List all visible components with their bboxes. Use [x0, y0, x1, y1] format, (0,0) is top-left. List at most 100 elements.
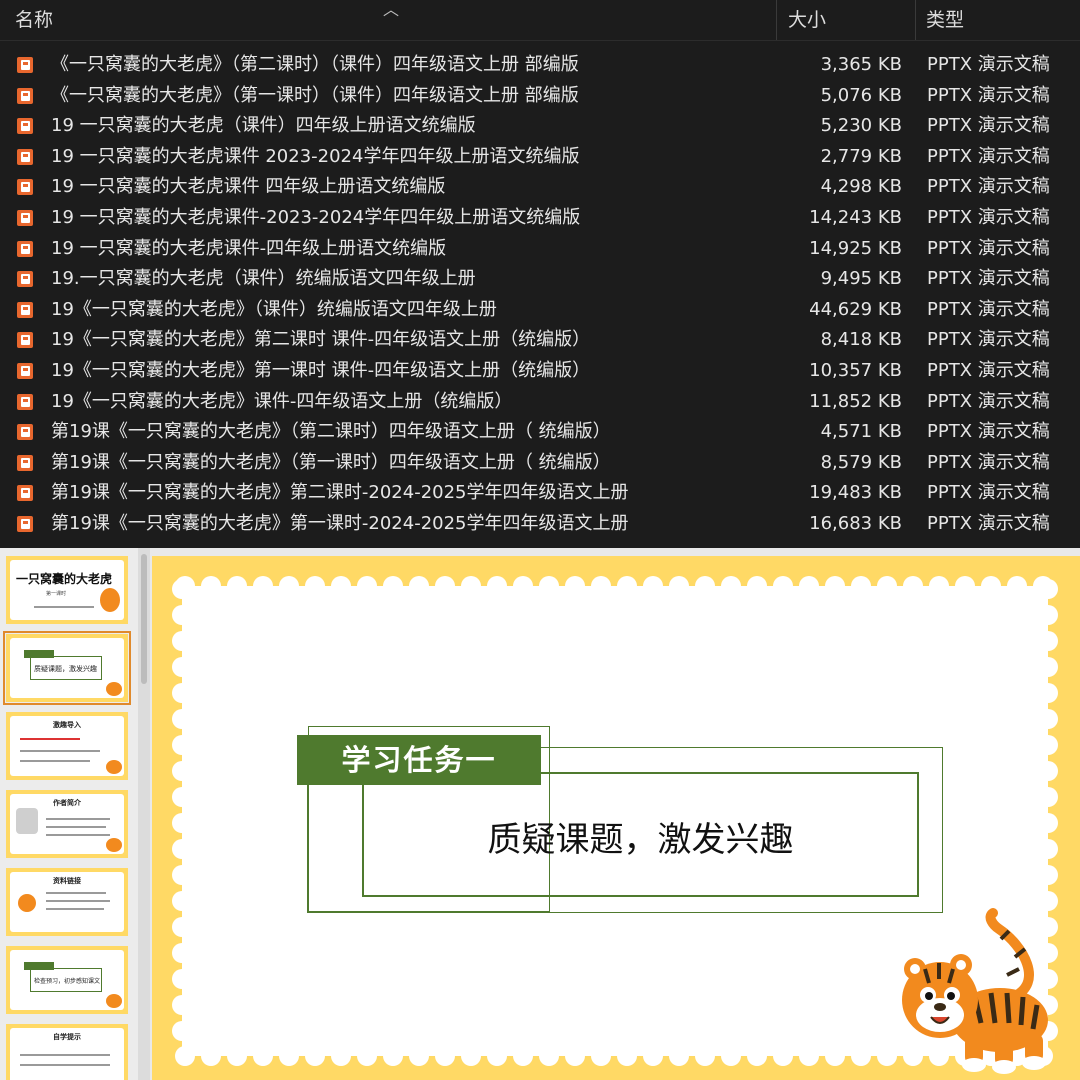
- slide-thumbnail-1[interactable]: 一只窝囊的大老虎 第一课时: [6, 556, 128, 624]
- table-row[interactable]: 19《一只窝囊的大老虎》课件-四年级语文上册（统编版） 11,852 KB PPTX…: [0, 387, 1080, 418]
- column-header-type[interactable]: 类型: [926, 0, 964, 40]
- pptx-file-icon: [17, 301, 33, 318]
- file-size: 5,076 KB: [820, 84, 902, 106]
- tiger-icon: [106, 838, 122, 852]
- tiger-icon: [902, 908, 1048, 1074]
- pptx-file-icon: [17, 240, 33, 257]
- thumbnail-label: 检查预习，初步感知课文: [34, 978, 101, 985]
- file-size: 4,571 KB: [820, 421, 902, 443]
- slide-thumbnail-4[interactable]: 作者简介: [6, 790, 128, 858]
- slide-thumbnail-3[interactable]: 激趣导入: [6, 712, 128, 780]
- file-type: PPTX 演示文稿: [927, 451, 1050, 473]
- file-name: 19 一只窝囊的大老虎课件-四年级上册语文统编版: [51, 237, 447, 259]
- table-row[interactable]: 19 一只窝囊的大老虎课件 四年级上册语文统编版 4,298 KB PPTX 演示文…: [0, 172, 1080, 203]
- file-type: PPTX 演示文稿: [927, 512, 1050, 534]
- slide-thumbnail-pane: 一只窝囊的大老虎 第一课时 质疑课题，激发兴趣 激趣导入 作者简介 资料链接 检…: [0, 548, 138, 1080]
- file-type: PPTX 演示文稿: [927, 329, 1050, 351]
- table-row[interactable]: 19 一只窝囊的大老虎课件-2023-2024学年四年级上册语文统编版 14,24…: [0, 203, 1080, 234]
- pptx-file-icon: [17, 148, 33, 165]
- thumbnail-title: 激趣导入: [53, 721, 81, 729]
- pptx-file-icon: [17, 332, 33, 349]
- file-name: 第19课《一只窝囊的大老虎》第一课时-2024-2025学年四年级语文上册: [51, 512, 629, 534]
- file-size: 16,683 KB: [809, 512, 902, 534]
- tiger-icon: [106, 760, 122, 774]
- table-row[interactable]: 第19课《一只窝囊的大老虎》第二课时-2024-2025学年四年级语文上册 19,…: [0, 478, 1080, 509]
- file-type: PPTX 演示文稿: [927, 298, 1050, 320]
- thumbnail-label: 质疑课题，激发兴趣: [34, 665, 97, 673]
- pptx-file-icon: [17, 362, 33, 379]
- thumbnail-title: 一只窝囊的大老虎: [16, 572, 113, 586]
- slide-thumbnail-2[interactable]: 质疑课题，激发兴趣: [3, 631, 131, 705]
- table-row[interactable]: 第19课《一只窝囊的大老虎》（第二课时）四年级语文上册（ 统编版） 4,571 K…: [0, 417, 1080, 448]
- file-type: PPTX 演示文稿: [927, 84, 1050, 106]
- pptx-file-icon: [17, 271, 33, 288]
- file-name: 《一只窝囊的大老虎》（第一课时）（课件）四年级语文上册 部编版: [51, 84, 579, 106]
- sort-up-icon[interactable]: ︿: [383, 0, 399, 20]
- file-size: 8,579 KB: [820, 451, 902, 473]
- screenshot: ︿ 名称 大小 类型 《一只窝囊的大老虎》（第二课时）（课件）四年级语文上册 部…: [0, 0, 1080, 1080]
- file-type: PPTX 演示文稿: [927, 482, 1050, 504]
- slide-thumbnail-7[interactable]: 自学提示: [6, 1024, 128, 1080]
- column-header-name[interactable]: 名称: [15, 0, 53, 40]
- pptx-file-icon: [17, 424, 33, 441]
- tiger-icon: [106, 682, 122, 696]
- file-size: 14,243 KB: [809, 206, 902, 228]
- file-name: 第19课《一只窝囊的大老虎》第二课时-2024-2025学年四年级语文上册: [51, 482, 629, 504]
- file-size: 10,357 KB: [809, 359, 902, 381]
- pptx-file-icon: [17, 485, 33, 502]
- file-type: PPTX 演示文稿: [927, 421, 1050, 443]
- column-divider[interactable]: [915, 0, 916, 40]
- file-size: 14,925 KB: [809, 237, 902, 259]
- table-row[interactable]: 第19课《一只窝囊的大老虎》（第一课时）四年级语文上册（ 统编版） 8,579 K…: [0, 448, 1080, 479]
- task-banner-title: 学习任务一: [341, 743, 497, 777]
- table-row[interactable]: 《一只窝囊的大老虎》（第二课时）（课件）四年级语文上册 部编版 3,365 KB P…: [0, 50, 1080, 81]
- pptx-file-icon: [17, 179, 33, 196]
- table-row[interactable]: 第19课《一只窝囊的大老虎》第一课时-2024-2025学年四年级语文上册 16,…: [0, 509, 1080, 540]
- file-name: 19《一只窝囊的大老虎》（课件）统编版语文四年级上册: [51, 298, 497, 320]
- file-name: 19 一只窝囊的大老虎课件 四年级上册语文统编版: [51, 176, 446, 198]
- file-name: 19《一只窝囊的大老虎》课件-四年级语文上册（统编版）: [51, 390, 513, 412]
- file-name: 《一只窝囊的大老虎》（第二课时）（课件）四年级语文上册 部编版: [51, 54, 579, 75]
- file-name: 19《一只窝囊的大老虎》第一课时 课件-四年级语文上册（统编版）: [51, 359, 591, 381]
- file-name: 19 一只窝囊的大老虎课件 2023-2024学年四年级上册语文统编版: [51, 145, 580, 167]
- task-banner: 学习任务一: [297, 735, 541, 785]
- file-type: PPTX 演示文稿: [927, 390, 1050, 412]
- pptx-file-icon: [17, 393, 33, 410]
- author-photo: [16, 808, 38, 834]
- file-type: PPTX 演示文稿: [927, 359, 1050, 381]
- file-type: PPTX 演示文稿: [927, 206, 1050, 228]
- table-row[interactable]: 19《一只窝囊的大老虎》（课件）统编版语文四年级上册 44,629 KB PPTX …: [0, 295, 1080, 326]
- file-rows: 《一只窝囊的大老虎》（第二课时）（课件）四年级语文上册 部编版 3,365 KB P…: [0, 50, 1080, 540]
- pptx-file-icon: [17, 57, 33, 73]
- table-row[interactable]: 19 一只窝囊的大老虎课件 2023-2024学年四年级上册语文统编版 2,779…: [0, 142, 1080, 173]
- file-size: 11,852 KB: [809, 390, 902, 412]
- table-row[interactable]: 19.一只窝囊的大老虎（课件）统编版语文四年级上册 9,495 KB PPTX 演示…: [0, 264, 1080, 295]
- table-row[interactable]: 《一只窝囊的大老虎》（第一课时）（课件）四年级语文上册 部编版 5,076 KB P…: [0, 81, 1080, 112]
- file-name: 第19课《一只窝囊的大老虎》（第一课时）四年级语文上册（ 统编版）: [51, 451, 611, 473]
- file-size: 8,418 KB: [820, 329, 902, 351]
- table-row[interactable]: 19 一只窝囊的大老虎课件-四年级上册语文统编版 14,925 KB PPTX 演示…: [0, 234, 1080, 265]
- file-size: 9,495 KB: [820, 268, 902, 290]
- file-size: 3,365 KB: [820, 54, 902, 75]
- tiger-icon: [18, 894, 36, 912]
- column-header-size[interactable]: 大小: [788, 0, 826, 40]
- pptx-file-icon: [17, 209, 33, 226]
- file-size: 44,629 KB: [809, 298, 902, 320]
- file-type: PPTX 演示文稿: [927, 237, 1050, 259]
- file-type: PPTX 演示文稿: [927, 145, 1050, 167]
- thumbnail-title: 自学提示: [53, 1033, 81, 1041]
- file-size: 5,230 KB: [820, 115, 902, 137]
- file-name: 19.一只窝囊的大老虎（课件）统编版语文四年级上册: [51, 268, 476, 290]
- slide-thumbnail-6[interactable]: 检查预习，初步感知课文: [6, 946, 128, 1014]
- file-name: 第19课《一只窝囊的大老虎》（第二课时）四年级语文上册（ 统编版）: [51, 421, 611, 443]
- table-row[interactable]: 19《一只窝囊的大老虎》第二课时 课件-四年级语文上册（统编版） 8,418 KB…: [0, 325, 1080, 356]
- file-type: PPTX 演示文稿: [927, 115, 1050, 137]
- file-name: 19 一只窝囊的大老虎课件-2023-2024学年四年级上册语文统编版: [51, 206, 581, 228]
- slide-thumbnail-5[interactable]: 资料链接: [6, 868, 128, 936]
- file-name: 19《一只窝囊的大老虎》第二课时 课件-四年级语文上册（统编版）: [51, 329, 591, 351]
- table-row[interactable]: 19《一只窝囊的大老虎》第一课时 课件-四年级语文上册（统编版） 10,357 K…: [0, 356, 1080, 387]
- table-row[interactable]: 19 一只窝囊的大老虎（课件）四年级上册语文统编版 5,230 KB PPTX 演示…: [0, 111, 1080, 142]
- thumbnail-scrollbar[interactable]: [138, 548, 150, 1080]
- column-divider[interactable]: [776, 0, 777, 40]
- tiger-icon: [106, 994, 122, 1008]
